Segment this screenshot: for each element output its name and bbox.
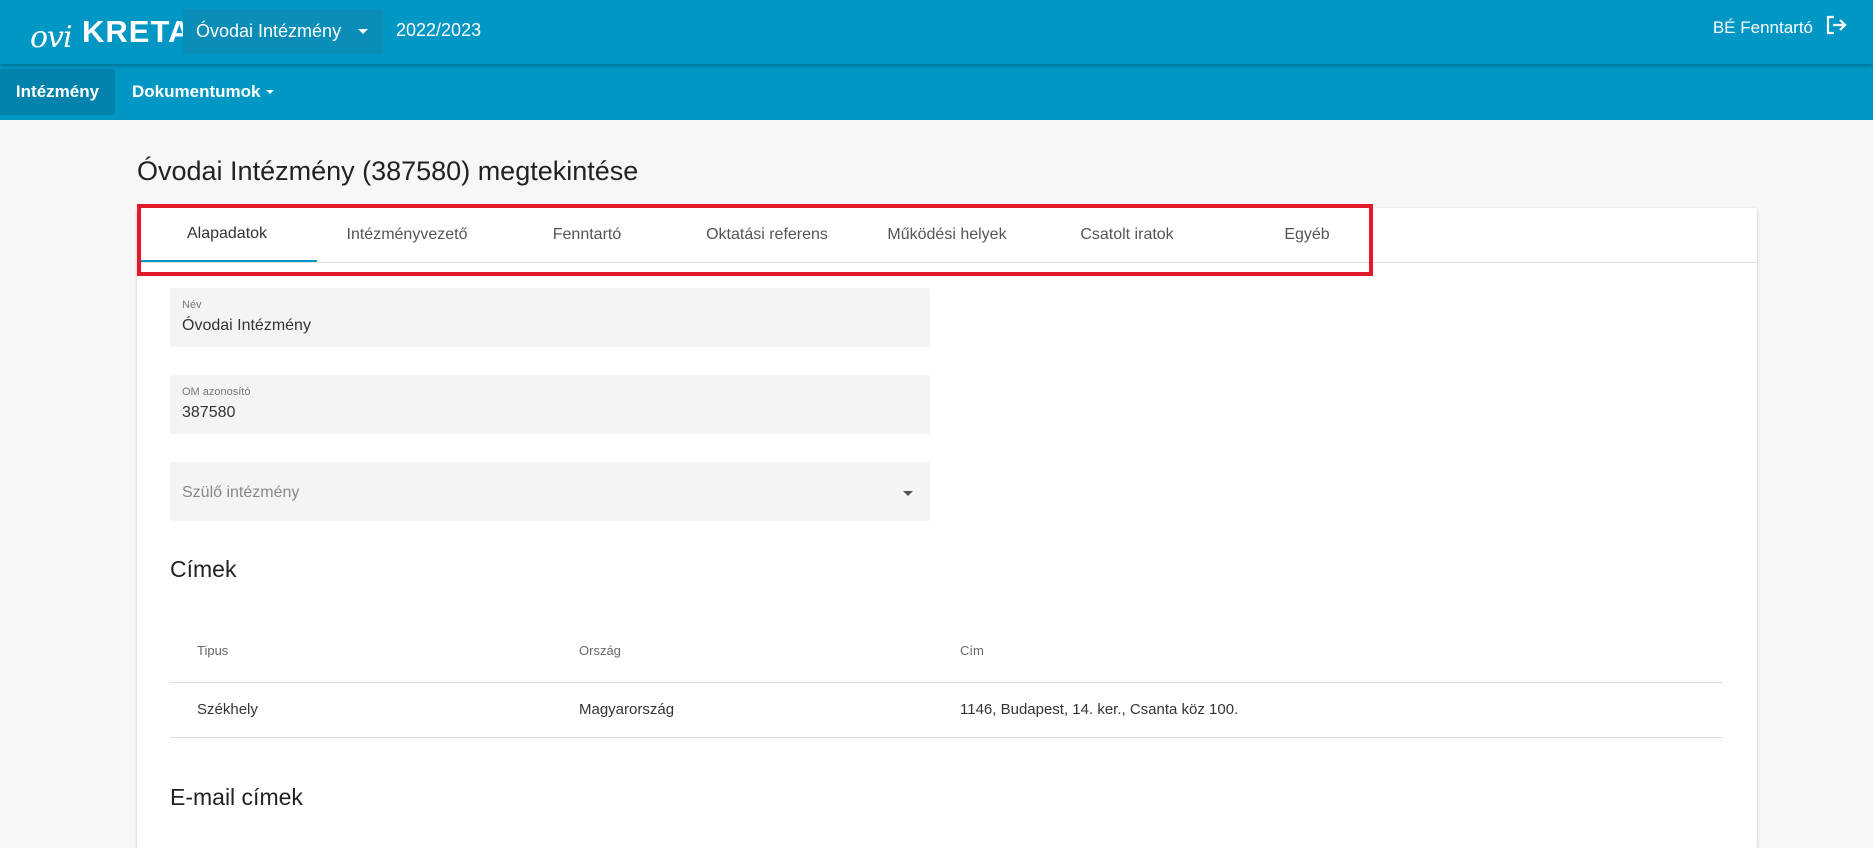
- parent-institution-select[interactable]: Szülő intézmény: [170, 462, 930, 521]
- page-title: Óvodai Intézmény (387580) megtekintése: [137, 156, 639, 186]
- logout-icon[interactable]: [1825, 14, 1847, 41]
- logo-text-ovi: ovi: [30, 20, 73, 55]
- nav-item-label: Intézmény: [15, 82, 100, 101]
- column-header-tipus: Tipus: [197, 643, 229, 658]
- nav-item-label: Dokumentumok: [132, 82, 261, 101]
- tab-bar: Alapadatok Intézményvezető Fenntartó Okt…: [137, 208, 1757, 263]
- addresses-title: Címek: [170, 556, 237, 582]
- cell-tipus: Székhely: [197, 701, 258, 718]
- content-card: Alapadatok Intézményvezető Fenntartó Okt…: [137, 208, 1757, 848]
- tab-label: Fenntartó: [552, 226, 622, 243]
- logo-text-kreta: KRETA: [82, 14, 192, 49]
- top-header: ovi KRETA Óvodai Intézmény 2022/2023 BÉ …: [0, 0, 1873, 64]
- chevron-down-icon: [266, 90, 275, 94]
- tab-csatolt-iratok[interactable]: Csatolt iratok: [1037, 208, 1217, 262]
- tab-label: Csatolt iratok: [1080, 226, 1174, 243]
- nav-item-intezmeny[interactable]: Intézmény: [0, 69, 115, 115]
- tab-mukodesi-helyek[interactable]: Működési helyek: [857, 208, 1037, 262]
- tab-label: Oktatási referens: [706, 226, 828, 243]
- column-header-cim: Cím: [960, 643, 984, 658]
- main-nav: Intézmény Dokumentumok: [0, 64, 1873, 120]
- tab-label: Intézményvezető: [346, 226, 468, 243]
- name-field-value: Óvodai Intézmény: [182, 317, 311, 334]
- om-field-value: 387580: [182, 404, 236, 421]
- chevron-down-icon: [903, 491, 913, 496]
- tab-label: Működési helyek: [887, 226, 1007, 243]
- chevron-down-icon: [358, 29, 369, 34]
- table-row[interactable]: Székhely Magyarország 1146, Budapest, 14…: [170, 683, 1723, 738]
- tab-label: Egyéb: [1284, 226, 1330, 243]
- school-year: 2022/2023: [396, 20, 482, 40]
- parent-institution-placeholder: Szülő intézmény: [182, 484, 300, 501]
- cell-cim: 1146, Budapest, 14. ker., Csanta köz 100…: [960, 701, 1239, 718]
- table-header: Tipus Ország Cím: [170, 610, 1723, 683]
- tab-intezmenyvezeto[interactable]: Intézményvezető: [317, 208, 497, 262]
- emails-title: E-mail címek: [170, 784, 303, 810]
- name-field[interactable]: Név Óvodai Intézmény: [170, 288, 930, 347]
- cell-orszag: Magyarország: [579, 701, 675, 718]
- institution-select-label: Óvodai Intézmény: [196, 21, 342, 41]
- om-field[interactable]: OM azonosító 387580: [170, 375, 930, 434]
- nav-item-dokumentumok[interactable]: Dokumentumok: [120, 69, 286, 115]
- tab-alapadatok[interactable]: Alapadatok: [137, 208, 317, 262]
- tab-oktatasi-referens[interactable]: Oktatási referens: [677, 208, 857, 262]
- user-name: BÉ Fenntartó: [1712, 17, 1813, 37]
- user-menu[interactable]: BÉ Fenntartó: [1713, 14, 1847, 41]
- tab-label: Alapadatok: [186, 225, 268, 242]
- institution-select[interactable]: Óvodai Intézmény: [183, 9, 383, 54]
- name-field-label: Név: [182, 299, 202, 311]
- om-field-label: OM azonosító: [182, 386, 251, 398]
- tab-egyeb[interactable]: Egyéb: [1217, 208, 1397, 262]
- addresses-table: Tipus Ország Cím Székhely Magyarország 1…: [170, 610, 1723, 738]
- column-header-orszag: Ország: [579, 643, 621, 658]
- tab-fenntarto[interactable]: Fenntartó: [497, 208, 677, 262]
- ovikreta-logo[interactable]: ovi KRETA: [30, 8, 190, 56]
